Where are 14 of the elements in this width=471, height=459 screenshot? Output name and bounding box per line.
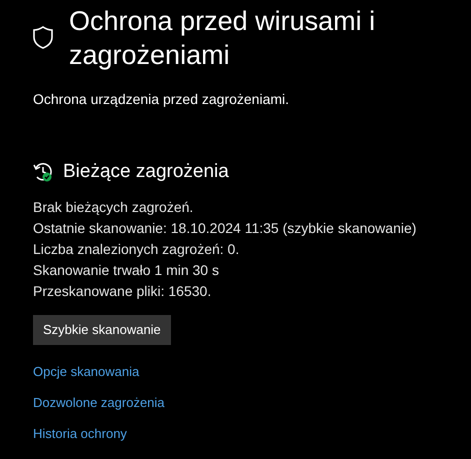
scan-info-text: Brak bieżących zagrożeń. xyxy=(33,198,194,217)
section-title: Bieżące zagrożenia xyxy=(63,160,229,184)
quick-scan-button[interactable]: Szybkie skanowanie xyxy=(33,314,171,344)
page-subtitle: Ochrona urządzenia przed zagrożeniami. xyxy=(33,90,290,109)
scan-info-text: Liczba znalezionych zagrożeń: 0. xyxy=(33,240,240,259)
scan-info-text: Przeskanowane pliki: 16530. xyxy=(33,282,212,301)
clock-check-icon xyxy=(33,162,53,182)
link[interactable]: Opcje skanowania xyxy=(33,360,140,382)
link[interactable]: Dozwolone zagrożenia xyxy=(33,392,165,412)
page-title: Ochrona przed wirusami i zagrożeniami xyxy=(69,5,376,72)
scan-info-text: Skanowanie trwało 1 min 30 s xyxy=(33,260,220,280)
scan-info-text: Ostatnie skanowanie: 18.10.2024 11:35 (szybkie skanowanie) xyxy=(33,218,418,238)
link[interactable]: Historia ochrony xyxy=(33,422,127,444)
shield-icon xyxy=(33,26,53,49)
